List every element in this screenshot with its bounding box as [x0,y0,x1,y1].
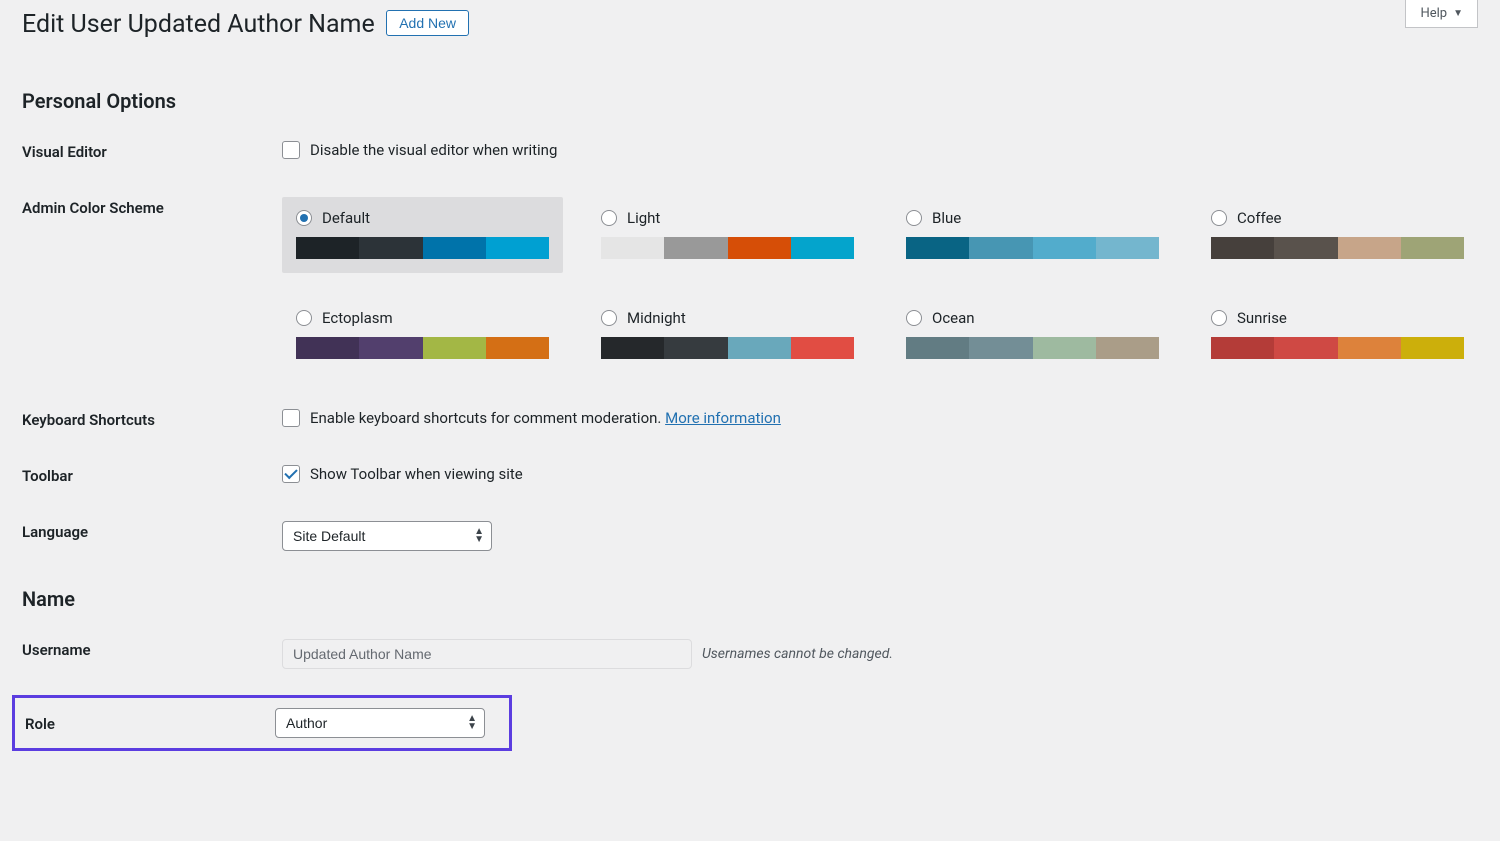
color-scheme-coffee[interactable]: Coffee [1197,197,1478,273]
role-select[interactable]: Author [275,708,485,738]
username-label: Username [22,639,282,659]
username-note: Usernames cannot be changed. [702,646,893,662]
username-input [282,639,692,669]
color-scheme-name: Ectoplasm [322,309,393,327]
add-new-button[interactable]: Add New [386,10,469,36]
page-title: Edit User Updated Author Name [22,10,375,39]
color-scheme-name: Coffee [1237,209,1281,227]
role-highlight: Role Author ▲▼ [12,695,512,751]
visual-editor-checkbox[interactable] [282,141,300,159]
radio-icon[interactable] [1211,210,1227,226]
color-scheme-light[interactable]: Light [587,197,868,273]
color-scheme-midnight[interactable]: Midnight [587,297,868,373]
color-scheme-name: Blue [932,209,961,227]
language-select[interactable]: Site Default [282,521,492,551]
radio-icon[interactable] [296,310,312,326]
radio-icon[interactable] [906,210,922,226]
keyboard-shortcuts-checkbox[interactable] [282,409,300,427]
color-scheme-default[interactable]: Default [282,197,563,273]
color-scheme-grid: Default Light Blue Coffee Ectoplasm Midnight O… [282,197,1478,373]
color-swatch [296,237,549,259]
chevron-down-icon: ▼ [1453,8,1463,19]
section-personal-options: Personal Options [22,89,1478,113]
language-label: Language [22,521,282,541]
color-scheme-name: Default [322,209,370,227]
title-name: Updated Author Name [128,10,375,39]
visual-editor-option[interactable]: Disable the visual editor when writing [282,141,1478,159]
title-prefix: Edit User [22,10,121,39]
color-swatch [601,237,854,259]
color-scheme-blue[interactable]: Blue [892,197,1173,273]
color-scheme-ectoplasm[interactable]: Ectoplasm [282,297,563,373]
color-swatch [906,337,1159,359]
color-scheme-name: Midnight [627,309,686,327]
color-swatch [1211,337,1464,359]
radio-icon[interactable] [601,210,617,226]
toolbar-checkbox[interactable] [282,465,300,483]
keyboard-shortcuts-label: Keyboard Shortcuts [22,409,282,429]
color-swatch [601,337,854,359]
color-swatch [296,337,549,359]
keyboard-shortcuts-text: Enable keyboard shortcuts for comment mo… [310,409,781,427]
help-label: Help [1420,6,1447,21]
toolbar-option[interactable]: Show Toolbar when viewing site [282,465,1478,483]
color-scheme-name: Sunrise [1237,309,1287,327]
more-information-link[interactable]: More information [665,409,781,427]
color-swatch [906,237,1159,259]
help-tab[interactable]: Help ▼ [1405,0,1478,28]
radio-icon[interactable] [296,210,312,226]
section-name: Name [22,587,1478,611]
radio-icon[interactable] [601,310,617,326]
color-scheme-name: Light [627,209,660,227]
color-swatch [1211,237,1464,259]
radio-icon[interactable] [906,310,922,326]
color-scheme-name: Ocean [932,309,975,327]
toolbar-label: Toolbar [22,465,282,485]
toolbar-text: Show Toolbar when viewing site [310,465,523,483]
visual-editor-text: Disable the visual editor when writing [310,141,557,159]
role-label: Role [25,713,275,733]
color-scheme-sunrise[interactable]: Sunrise [1197,297,1478,373]
color-scheme-ocean[interactable]: Ocean [892,297,1173,373]
admin-color-scheme-label: Admin Color Scheme [22,197,282,217]
radio-icon[interactable] [1211,310,1227,326]
visual-editor-label: Visual Editor [22,141,282,161]
